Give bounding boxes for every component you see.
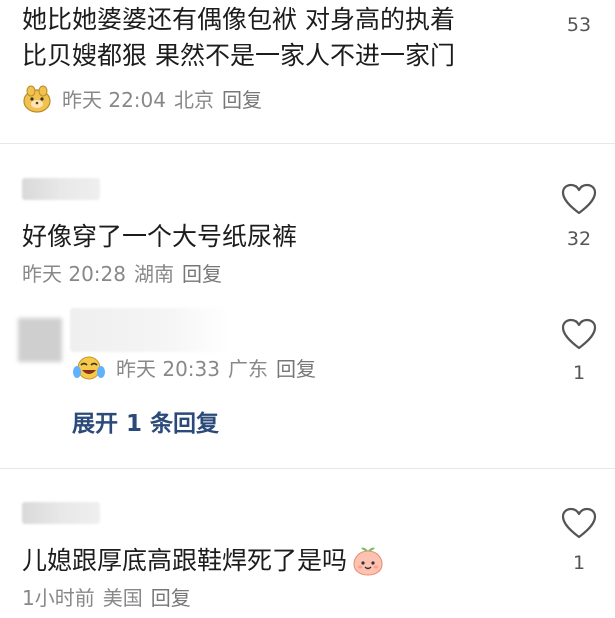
heart-outline-icon[interactable]: [561, 318, 597, 350]
comment-4-text-row: 儿媳跟厚底高跟鞋焊死了是吗: [22, 543, 385, 578]
blurred-username: [22, 502, 100, 524]
comment-1-like-count: 53: [566, 14, 592, 36]
blurred-avatar: [18, 318, 62, 362]
comment-2-like-count: 32: [566, 228, 592, 250]
comment-3-like-count: 1: [572, 362, 586, 384]
comment-3-meta: 昨天 20:33 广东 回复: [72, 353, 324, 382]
comment-3-location: 广东: [228, 357, 268, 381]
comment-1-text-line-2: 比贝嫂都狠 果然不是一家人不进一家门: [22, 41, 455, 70]
divider: [0, 468, 615, 469]
expand-replies-link[interactable]: 展开 1 条回复: [72, 404, 219, 438]
divider: [0, 143, 615, 144]
comment-4-text: 儿媳跟厚底高跟鞋焊死了是吗: [22, 546, 348, 575]
comment-2-reply-link[interactable]: 回复: [182, 258, 222, 287]
comment-4-time: 1小时前: [22, 586, 95, 610]
comment-1-reply-link[interactable]: 回复: [222, 84, 262, 113]
peach-face-icon: [23, 85, 51, 113]
comment-3-time: 昨天 20:33: [116, 357, 220, 381]
comment-1-meta: 昨天 22:04 北京 回复: [22, 84, 270, 113]
comment-2-text: 好像穿了一个大号纸尿裤: [22, 222, 298, 251]
comment-4-location: 美国: [102, 586, 143, 610]
comment-1-location: 北京: [174, 88, 214, 112]
comment-2-time: 昨天 20:28: [22, 262, 126, 286]
comment-4-like-count: 1: [572, 552, 586, 574]
heart-outline-icon[interactable]: [561, 507, 597, 539]
comment-1-text-line-1: 她比她婆婆还有偶像包袱 对身高的执着: [22, 5, 455, 34]
crying-laugh-icon: [73, 356, 105, 379]
comment-4-meta: 1小时前 美国 回复: [22, 582, 199, 611]
comment-list: 她比她婆婆还有偶像包袱 对身高的执着 比贝嫂都狠 果然不是一家人不进一家门 53…: [0, 0, 615, 618]
comment-2-meta: 昨天 20:28 湖南 回复: [22, 258, 230, 287]
peach-face-icon: [353, 547, 383, 576]
heart-outline-icon[interactable]: [561, 183, 597, 215]
blurred-username: [70, 308, 230, 352]
comment-1-time: 昨天 22:04: [62, 88, 166, 112]
blurred-username: [22, 178, 100, 200]
comment-3-reply-link[interactable]: 回复: [276, 353, 316, 382]
comment-2-location: 湖南: [134, 262, 174, 286]
comment-4-reply-link[interactable]: 回复: [151, 582, 191, 611]
